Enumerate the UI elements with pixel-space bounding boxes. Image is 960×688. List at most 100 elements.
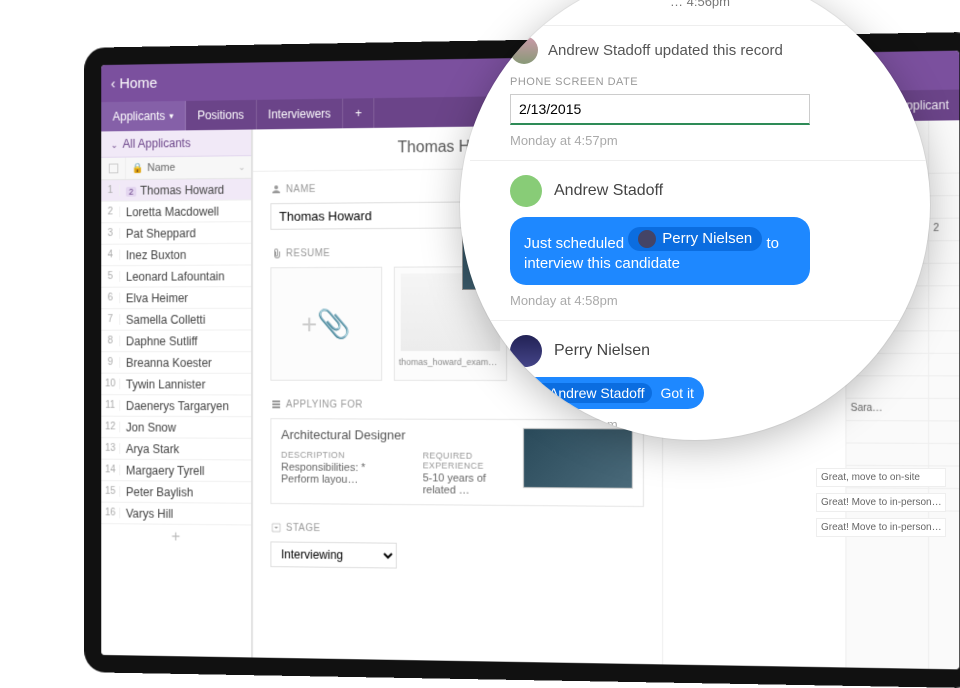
table-row[interactable]: 14Margaery Tyrell: [101, 460, 251, 483]
checkbox-header[interactable]: [101, 158, 126, 180]
tab-applicants[interactable]: Applicants▾: [101, 101, 186, 132]
table-row[interactable]: 10Tywin Lannister: [101, 374, 251, 396]
activity-update: Andrew Stadoff updated this record: [510, 36, 890, 64]
row-name: 2Thomas Howard: [120, 182, 251, 197]
author-name: Andrew Stadoff: [554, 182, 663, 200]
cell: [929, 151, 959, 174]
filter-all-applicants[interactable]: ⌄All Applicants: [101, 130, 251, 158]
cell: [929, 331, 959, 354]
row-name: Peter Baylish: [120, 485, 251, 500]
table-row[interactable]: 9Breanna Koester: [101, 352, 251, 374]
cell: [846, 376, 928, 399]
row-index: 15: [101, 486, 120, 497]
table-row[interactable]: 16Varys Hill: [101, 503, 251, 526]
row-index: 8: [101, 336, 120, 347]
plus-clip-icon: +📎: [301, 307, 351, 340]
row-name: Jon Snow: [120, 420, 251, 434]
add-attachment[interactable]: +📎: [270, 267, 382, 381]
linked-record-title: Architectural Designer: [281, 427, 507, 443]
obscured-column-b: 2: [928, 120, 959, 669]
cell: [846, 443, 928, 466]
row-name: Arya Stark: [120, 442, 251, 456]
column-name[interactable]: 🔒 Name ⌄: [126, 156, 251, 179]
row-name: Pat Sheppard: [120, 226, 251, 241]
row-badge: 2: [126, 186, 136, 196]
cell: [929, 309, 959, 332]
field-label-stage: STAGE: [270, 522, 644, 538]
back-home[interactable]: ‹ Home: [111, 74, 158, 91]
linked-record-thumb: [523, 428, 633, 489]
row-index: 14: [101, 464, 120, 475]
table-row[interactable]: 2Loretta Macdowell: [101, 200, 251, 223]
table-row[interactable]: 15Peter Baylish: [101, 481, 251, 504]
cell: [929, 264, 959, 287]
partial-timestamp: … 4:56pm: [510, 0, 890, 15]
stage-select[interactable]: Interviewing: [270, 541, 396, 568]
tab-interviewers[interactable]: Interviewers: [257, 99, 344, 130]
row-index: 4: [101, 250, 120, 261]
tab-add[interactable]: +: [343, 98, 374, 128]
row-name: Varys Hill: [120, 506, 251, 521]
chevron-down-icon: ⌄: [111, 140, 118, 150]
comment-author-row: Perry Nielsen: [510, 335, 890, 367]
table-header: 🔒 Name ⌄: [101, 156, 251, 180]
table-row[interactable]: 3Pat Sheppard: [101, 222, 251, 245]
row-index: 3: [101, 228, 120, 239]
row-index: 9: [101, 357, 120, 368]
author-name: Perry Nielsen: [554, 342, 650, 360]
comment-preview: Great, move to on-site: [816, 468, 946, 487]
row-name: Daphne Sutliff: [120, 334, 251, 348]
cell: [929, 376, 959, 399]
activity-timestamp: Monday at 4:58pm: [510, 293, 890, 308]
cell: 2: [929, 219, 959, 242]
cell: [846, 421, 928, 444]
table-row[interactable]: 7Samella Colletti: [101, 309, 251, 331]
add-row[interactable]: +: [101, 524, 251, 551]
tab-positions[interactable]: Positions: [186, 100, 257, 130]
row-name: Elva Heimer: [120, 291, 251, 305]
row-name: Loretta Macdowell: [120, 204, 251, 219]
cell: [929, 241, 959, 264]
avatar: [510, 175, 542, 207]
experience-value: 5-10 years of related …: [423, 472, 507, 497]
row-index: 12: [101, 422, 120, 433]
person-icon: [270, 183, 282, 195]
experience-label: REQUIRED EXPERIENCE: [423, 451, 507, 471]
cell: [929, 354, 959, 377]
comment-preview: Great! Move to in-person…: [816, 493, 946, 512]
row-index: 2: [101, 207, 120, 218]
lock-icon: 🔒: [132, 163, 144, 174]
comment-author-row: Andrew Stadoff: [510, 175, 890, 207]
row-name: Daenerys Targaryen: [120, 399, 251, 413]
row-index: 6: [101, 293, 120, 304]
select-icon: [270, 522, 282, 534]
table-row[interactable]: 13Arya Stark: [101, 438, 251, 460]
comment-preview: Great! Move to in-person…: [816, 518, 946, 537]
table-row[interactable]: 6Elva Heimer: [101, 287, 251, 309]
row-index: 1: [101, 185, 120, 196]
description-value: Responsibilities: * Perform layou…: [281, 462, 403, 487]
table-row[interactable]: 12Jon Snow: [101, 417, 251, 439]
cell: [929, 421, 959, 444]
mention-chip[interactable]: Perry Nielsen: [628, 227, 762, 251]
applicants-list: ⌄All Applicants 🔒 Name ⌄ 12Thomas Howard…: [101, 129, 252, 657]
home-label: Home: [119, 74, 157, 91]
phone-screen-date-input[interactable]: [510, 94, 810, 125]
table-row[interactable]: 8Daphne Sutliff: [101, 330, 251, 352]
cell: [929, 399, 959, 422]
row-name: Inez Buxton: [120, 247, 251, 262]
row-index: 11: [101, 400, 120, 411]
table-row[interactable]: 4Inez Buxton: [101, 244, 251, 266]
cell: [929, 444, 959, 467]
table-row[interactable]: 11Daenerys Targaryen: [101, 395, 251, 417]
row-index: 5: [101, 271, 120, 282]
table-row[interactable]: 5Leonard Lafountain: [101, 265, 251, 287]
field-label-phone-screen: PHONE SCREEN DATE: [510, 76, 890, 88]
attachment-filename: thomas_howard_example_re…: [395, 357, 506, 373]
link-icon: [270, 398, 282, 410]
row-name: Tywin Lannister: [120, 377, 251, 391]
linked-record[interactable]: Architectural Designer DESCRIPTION Respo…: [270, 418, 644, 507]
table-row[interactable]: 12Thomas Howard: [101, 179, 251, 202]
avatar: [638, 230, 656, 248]
obscured-comments: Great, move to on-site Great! Move to in…: [816, 468, 946, 537]
